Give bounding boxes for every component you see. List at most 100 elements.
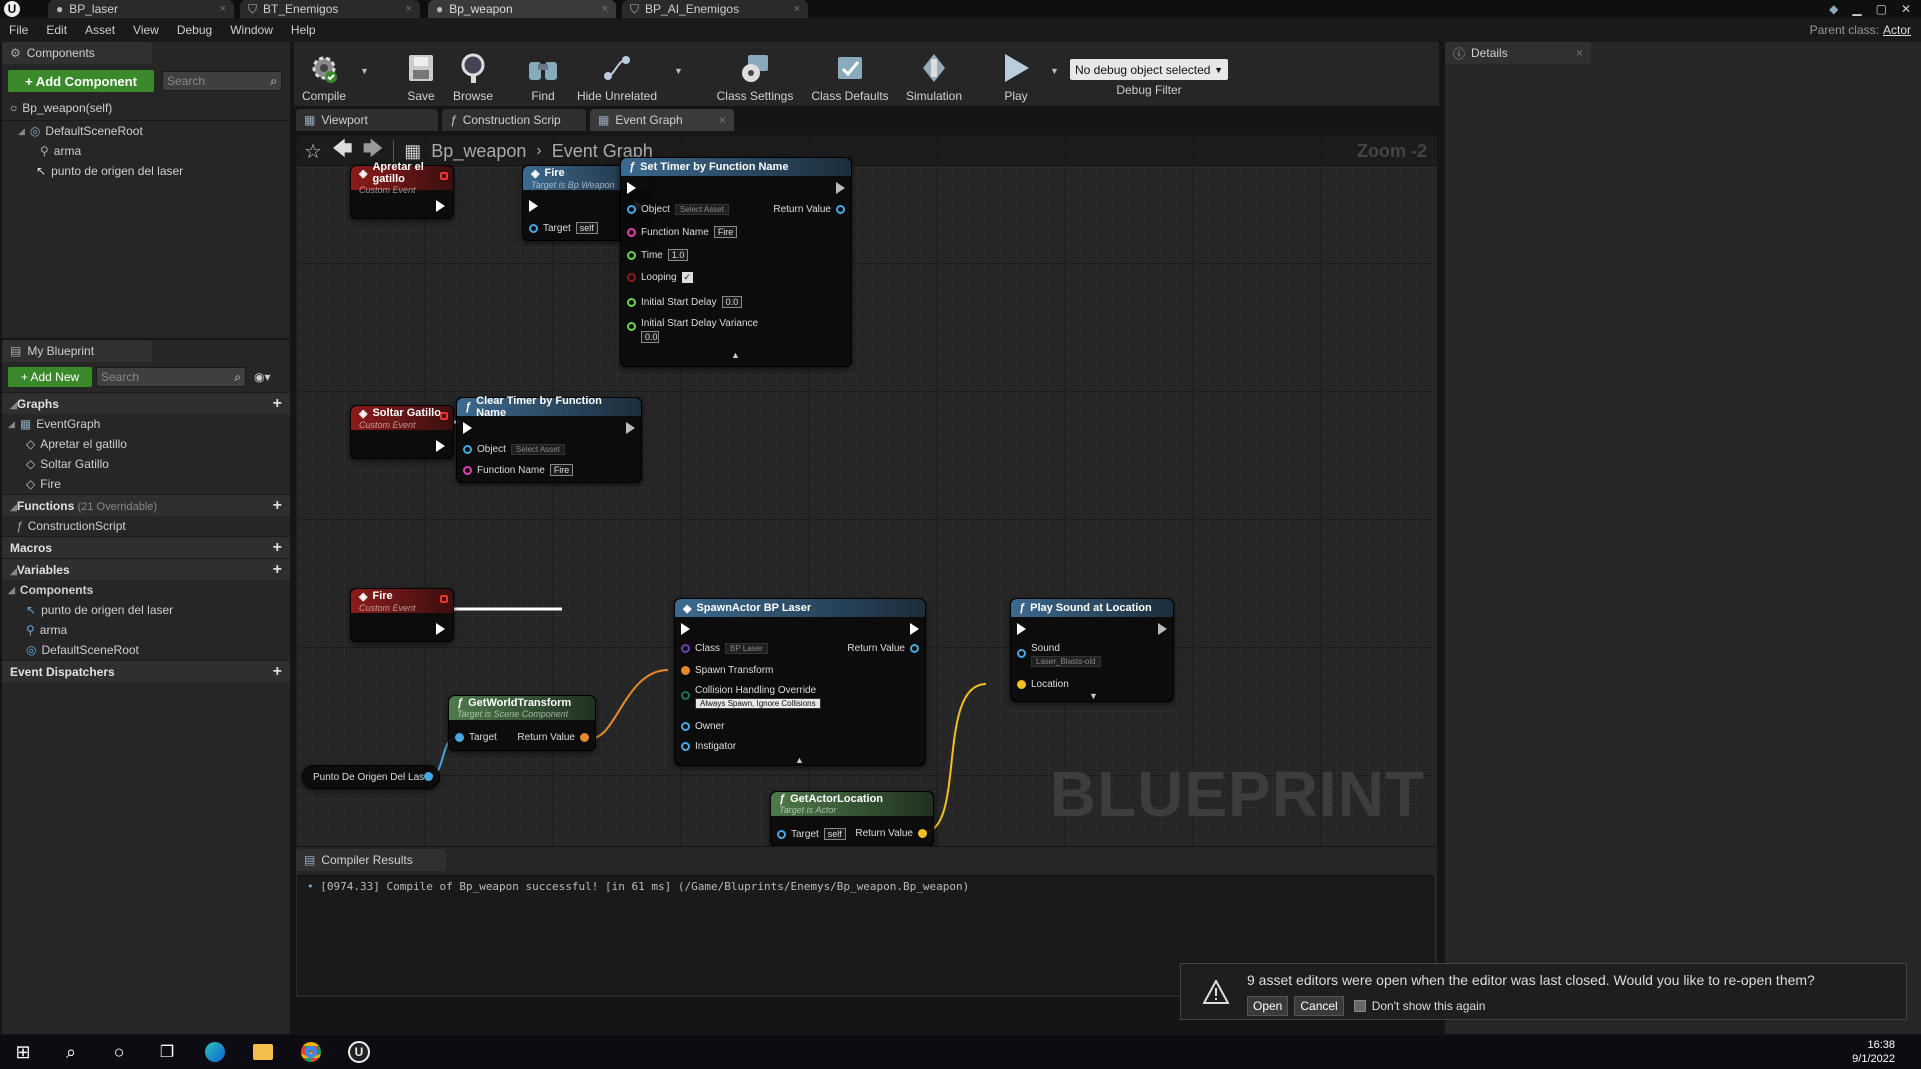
close-icon[interactable]: × — [794, 3, 800, 15]
delegate-pin-icon[interactable] — [440, 412, 448, 420]
tree-components-category[interactable]: ◢ Components — [2, 580, 290, 600]
return-value-pin[interactable]: Return Value — [773, 204, 845, 215]
object-select[interactable]: Select Asset — [510, 444, 565, 455]
node-punto-getter[interactable]: Punto De Origen Del Laser — [302, 765, 440, 789]
looping-checkbox[interactable]: ✓ — [681, 272, 693, 283]
maximize-icon[interactable]: ▢ — [1876, 2, 1887, 16]
pin-value[interactable]: 1.0 — [667, 249, 689, 261]
play-button[interactable]: Play — [994, 45, 1038, 103]
browse-button[interactable]: Browse — [450, 45, 496, 103]
output-pin[interactable] — [424, 772, 433, 781]
dont-show-checkbox[interactable] — [1353, 1000, 1366, 1012]
return-value-pin[interactable]: Return Value — [855, 828, 927, 839]
looping-pin[interactable]: Looping ✓ — [627, 272, 693, 283]
node-clear-timer[interactable]: ƒ Clear Timer by Function Name Object Sele… — [456, 395, 642, 483]
collision-handling-pin[interactable]: Collision Handling Override Always Spawn,… — [681, 685, 821, 709]
cortana-icon[interactable]: ○ — [106, 1039, 132, 1065]
tab-bp-ai-enemigos[interactable]: ⛉ BP_AI_Enemigos × — [622, 0, 808, 18]
components-search-input[interactable]: Search ⌕ — [162, 71, 282, 91]
hide-unrelated-button[interactable]: Hide Unrelated — [576, 45, 658, 103]
node-get-actor-location[interactable]: ƒ GetActorLocation Target is Actor Target s… — [770, 791, 934, 846]
collapse-arrow-icon[interactable]: ▲ — [795, 755, 804, 765]
close-icon[interactable]: × — [220, 3, 226, 15]
function-name-pin[interactable]: Function Name Fire — [463, 464, 574, 476]
expand-arrow-icon[interactable]: ▼ — [1089, 691, 1098, 701]
source-control-icon[interactable]: ◆ — [1829, 2, 1838, 16]
class-settings-button[interactable]: Class Settings — [714, 45, 796, 103]
variables-section[interactable]: ◢Variables + — [2, 558, 290, 580]
unreal-engine-icon[interactable]: U — [346, 1039, 372, 1065]
add-new-button[interactable]: + Add New — [8, 367, 92, 387]
collapse-arrow-icon[interactable]: ▲ — [731, 350, 740, 360]
open-button[interactable]: Open — [1247, 996, 1289, 1016]
initial-start-delay-variance-pin[interactable]: Initial Start Delay Variance 0.0 — [627, 318, 758, 343]
functions-section[interactable]: ◢Functions (21 Overridable) + — [2, 494, 290, 516]
spawn-transform-pin[interactable]: Spawn Transform — [681, 665, 773, 676]
target-pin[interactable]: Target self — [529, 222, 598, 234]
edge-icon[interactable] — [202, 1039, 228, 1065]
add-component-button[interactable]: + Add Component — [8, 70, 154, 92]
close-icon[interactable]: × — [719, 113, 726, 127]
pin-value[interactable]: Fire — [549, 464, 574, 476]
details-tab[interactable]: ⓘ Details × — [1445, 42, 1591, 64]
sound-select[interactable]: Laser_Blasts-old — [1031, 656, 1101, 667]
simulation-button[interactable]: Simulation — [902, 45, 966, 103]
tree-var-root[interactable]: ◎ DefaultSceneRoot — [2, 640, 290, 660]
system-clock[interactable]: 16:38 9/1/2022 — [1852, 1038, 1895, 1066]
add-dispatcher-icon[interactable]: + — [273, 663, 282, 681]
node-get-world-transform[interactable]: ƒ GetWorldTransform Target is Scene Compon… — [448, 695, 596, 751]
tree-event-graph[interactable]: ◢ ▦ EventGraph — [2, 414, 290, 434]
file-explorer-icon[interactable] — [250, 1039, 276, 1065]
parent-class-link[interactable]: Actor — [1883, 23, 1911, 37]
play-options-chevron-icon[interactable]: ▼ — [1050, 66, 1059, 76]
close-icon[interactable]: × — [1576, 46, 1583, 60]
menu-asset[interactable]: Asset — [76, 18, 124, 42]
hide-unrelated-chevron-icon[interactable]: ▼ — [674, 66, 683, 76]
self-item[interactable]: ○ Bp_weapon(self) — [2, 98, 290, 118]
tree-default-scene-root[interactable]: ◢ ◎ DefaultSceneRoot — [2, 121, 290, 141]
tree-event-apretar[interactable]: ◇ Apretar el gatillo — [2, 434, 290, 454]
compile-options-chevron-icon[interactable]: ▼ — [360, 66, 369, 76]
pin-value[interactable]: 0.0 — [641, 331, 659, 343]
target-pin[interactable]: Target self — [777, 828, 846, 840]
compile-button[interactable]: Compile — [296, 45, 352, 103]
node-set-timer[interactable]: ƒ Set Timer by Function Name Object Select… — [620, 157, 852, 367]
location-pin[interactable]: Location — [1017, 679, 1069, 690]
menu-file[interactable]: File — [0, 18, 37, 42]
collision-select[interactable]: Always Spawn, Ignore Collisions — [695, 698, 821, 709]
owner-pin[interactable]: Owner — [681, 721, 724, 732]
delegate-pin-icon[interactable] — [440, 595, 448, 603]
my-blueprint-tab[interactable]: ▤ My Blueprint — [2, 340, 152, 362]
menu-help[interactable]: Help — [282, 18, 325, 42]
exec-out-pin[interactable] — [910, 623, 919, 635]
event-dispatchers-section[interactable]: Event Dispatchers + — [2, 660, 290, 682]
cancel-button[interactable]: Cancel — [1294, 996, 1344, 1016]
menu-window[interactable]: Window — [221, 18, 282, 42]
object-pin[interactable]: Object Select Asset — [627, 204, 729, 215]
tree-arma[interactable]: ⚲ arma — [2, 141, 290, 161]
object-select[interactable]: Select Asset — [674, 204, 729, 215]
exec-out-pin[interactable] — [436, 440, 445, 452]
close-icon[interactable]: × — [406, 3, 412, 15]
search-icon[interactable]: ⌕ — [58, 1039, 84, 1065]
exec-in-pin[interactable] — [627, 182, 636, 194]
minimize-icon[interactable]: ▁ — [1852, 2, 1861, 16]
delegate-pin-icon[interactable] — [440, 172, 448, 180]
windows-start-icon[interactable]: ⊞ — [10, 1039, 36, 1065]
tree-var-arma[interactable]: ⚲ arma — [2, 620, 290, 640]
close-icon[interactable]: × — [602, 3, 608, 15]
add-graph-icon[interactable]: + — [273, 395, 282, 413]
pin-value[interactable]: 0.0 — [721, 296, 743, 308]
debug-object-select[interactable]: No debug object selected ▼ — [1070, 59, 1228, 80]
macros-section[interactable]: Macros + — [2, 536, 290, 558]
close-window-icon[interactable]: ✕ — [1901, 2, 1911, 16]
return-value-pin[interactable]: Return Value — [517, 732, 589, 743]
tab-bp-weapon[interactable]: ● Bp_weapon × — [428, 0, 616, 18]
tab-bt-enemigos[interactable]: ⛉ BT_Enemigos × — [240, 0, 420, 18]
components-tab[interactable]: ⚙ Components — [2, 42, 152, 64]
tree-event-soltar[interactable]: ◇ Soltar Gatillo — [2, 454, 290, 474]
save-button[interactable]: Save — [400, 45, 442, 103]
menu-debug[interactable]: Debug — [168, 18, 221, 42]
my-blueprint-search-input[interactable]: Search ⌕ — [96, 367, 246, 387]
graphs-section[interactable]: ◢Graphs + — [2, 392, 290, 414]
